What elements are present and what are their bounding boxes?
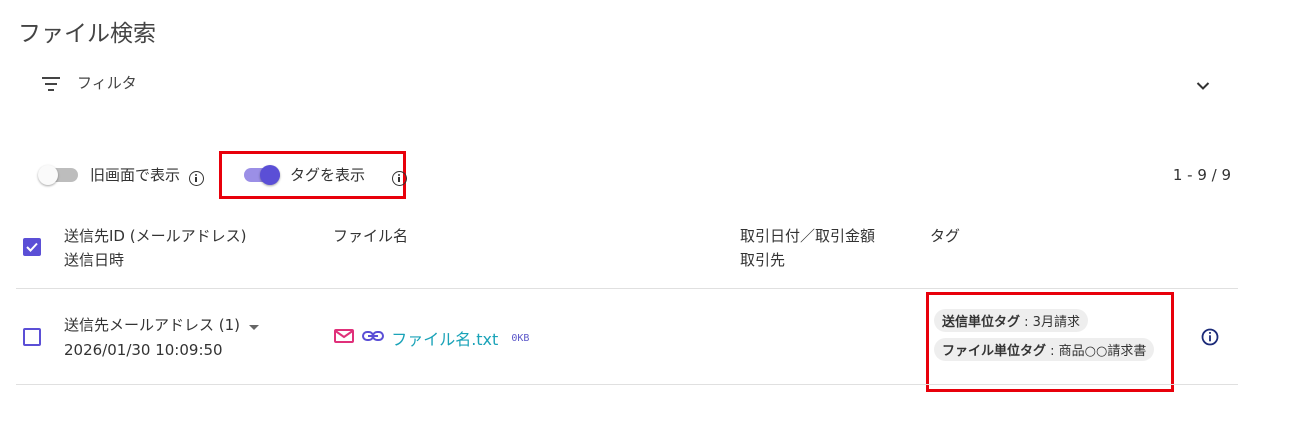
tags-cell: 送信単位タグ : 3月請求 ファイル単位タグ : 商品○○請求書: [934, 309, 1155, 361]
recipient-header-line1: 送信先ID (メールアドレス): [64, 227, 247, 245]
file-name-link[interactable]: ファイル名.txt: [391, 330, 498, 349]
recipient-header: 送信先ID (メールアドレス) 送信日時: [64, 224, 246, 272]
select-all-checkbox[interactable]: [23, 238, 41, 256]
row-divider: [16, 384, 1238, 385]
file-cell: ファイル名.txt 0KB: [333, 326, 529, 350]
tags-header: タグ: [930, 227, 961, 245]
show-tags-info-icon[interactable]: [392, 171, 408, 186]
sent-at-value: 2026/01/30 10:09:50: [64, 340, 223, 359]
recipient-dropdown-icon[interactable]: [248, 314, 259, 338]
page-title: ファイル検索: [18, 21, 156, 47]
tag-key: ファイル単位タグ: [942, 344, 1047, 359]
tag-value: 3月請求: [1032, 315, 1080, 330]
recipient-value[interactable]: 送信先メールアドレス (1): [64, 316, 240, 334]
row-checkbox[interactable]: [23, 328, 41, 346]
link-icon[interactable]: [362, 328, 385, 348]
pagination-range: 1 - 9 / 9: [1172, 166, 1231, 184]
filter-bar[interactable]: フィルタ: [30, 62, 1230, 102]
old-view-toggle[interactable]: [38, 165, 78, 187]
old-view-switch[interactable]: [38, 165, 78, 185]
file-size-badge: 0KB: [511, 332, 530, 344]
deal-header: 取引日付／取引金額 取引先: [740, 224, 875, 272]
recipient-cell: 送信先メールアドレス (1) 2026/01/30 10:09:50: [64, 313, 259, 362]
tag-value: 商品○○請求書: [1058, 344, 1147, 359]
row-info-icon[interactable]: [1201, 328, 1219, 350]
filter-list-icon: [42, 76, 62, 95]
show-tags-switch[interactable]: [240, 165, 280, 185]
tag-chip: ファイル単位タグ : 商品○○請求書: [934, 338, 1155, 361]
show-tags-label: タグを表示: [290, 166, 366, 184]
recipient-header-line2: 送信日時: [64, 251, 125, 269]
file-name-header: ファイル名: [333, 227, 409, 245]
filter-label: フィルタ: [77, 74, 137, 92]
old-view-label: 旧画面で表示: [90, 166, 181, 184]
mail-icon: [333, 328, 355, 348]
deal-header-line2: 取引先: [740, 251, 786, 269]
old-view-info-icon[interactable]: [189, 171, 204, 186]
header-divider: [16, 288, 1238, 289]
tag-chip: 送信単位タグ : 3月請求: [934, 309, 1088, 332]
chevron-down-icon[interactable]: [1196, 76, 1210, 95]
deal-header-line1: 取引日付／取引金額: [740, 227, 876, 245]
show-tags-toggle[interactable]: [240, 165, 280, 187]
tag-key: 送信単位タグ: [942, 315, 1021, 330]
